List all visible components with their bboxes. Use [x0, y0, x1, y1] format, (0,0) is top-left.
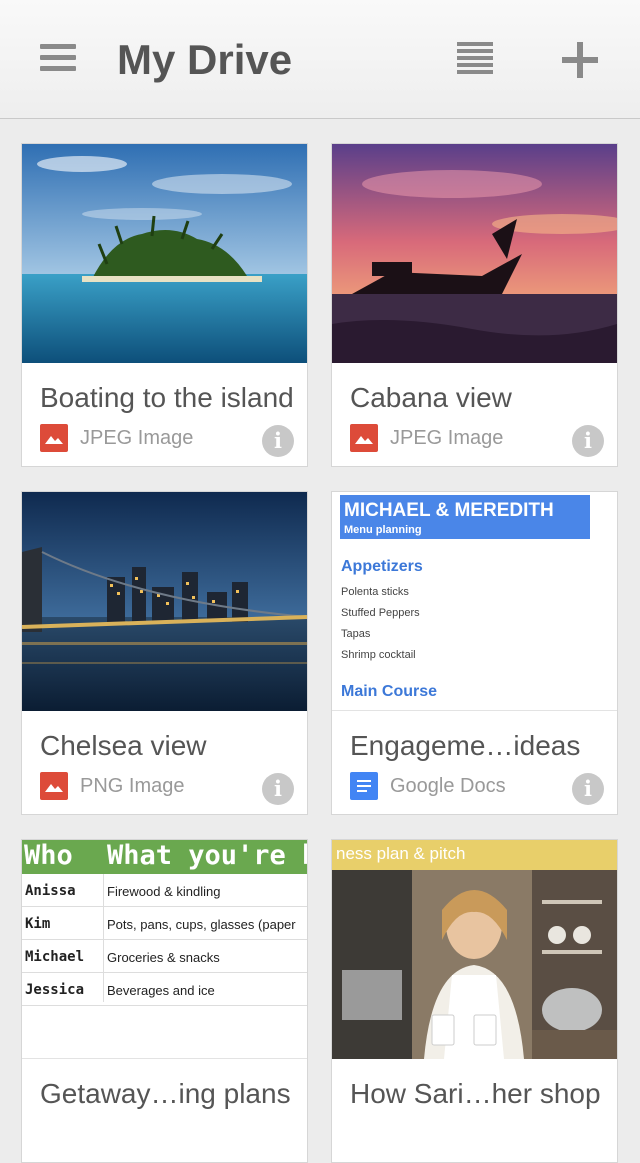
sheet-cell: Firewood & kindling: [107, 884, 221, 899]
doc-banner-title: MICHAEL & MEREDITH: [344, 500, 554, 521]
doc-banner-subtitle: Menu planning: [344, 524, 422, 536]
sheet-header-row: Who What you're b: [22, 840, 307, 874]
file-thumbnail: [22, 144, 307, 363]
sheet-row: Michael Groceries & snacks: [22, 940, 307, 973]
file-thumbnail: [22, 492, 307, 711]
file-type-label: JPEG Image: [390, 427, 504, 449]
info-icon[interactable]: i: [572, 773, 604, 805]
sheet-cell: Jessica: [25, 982, 85, 998]
file-title: Engageme…ideas: [350, 730, 581, 761]
info-icon[interactable]: i: [572, 425, 604, 457]
sheet-cell: Anissa: [25, 883, 76, 899]
file-card[interactable]: Cabana view JPEG Image i: [331, 143, 618, 467]
info-icon[interactable]: i: [262, 773, 294, 805]
sheet-cell: Michael: [25, 949, 85, 965]
file-type-label: Google Docs: [390, 775, 506, 797]
file-card[interactable]: MICHAEL & MEREDITH Menu planning Appetiz…: [331, 491, 618, 815]
file-title: Chelsea view: [40, 730, 207, 761]
file-card[interactable]: Chelsea view PNG Image i: [21, 491, 308, 815]
thumbnail-overlay-text: ness plan & pitch: [336, 844, 466, 863]
file-thumbnail: [332, 144, 617, 363]
app-header: My Drive: [0, 0, 640, 119]
sheet-row: Jessica Beverages and ice: [22, 973, 307, 1006]
sheet-header-cell: Who: [24, 840, 73, 871]
file-card[interactable]: Who What you're b Anissa Firewood & kind…: [21, 839, 308, 1163]
info-icon[interactable]: i: [262, 425, 294, 457]
image-icon: [40, 424, 68, 452]
doc-section-heading: Main Course: [341, 683, 438, 700]
document-preview: MICHAEL & MEREDITH Menu planning Appetiz…: [332, 492, 617, 711]
doc-banner: MICHAEL & MEREDITH Menu planning: [340, 495, 590, 539]
doc-list-item: Shrimp cocktail: [341, 649, 416, 661]
file-card[interactable]: Boating to the island JPEG Image i: [21, 143, 308, 467]
sheet-row: Anissa Firewood & kindling: [22, 874, 307, 907]
file-title: Boating to the island: [40, 382, 294, 413]
sheet-header-cell: What you're b: [107, 840, 308, 871]
sheet-cell: Beverages and ice: [107, 983, 215, 998]
add-icon[interactable]: [562, 42, 598, 78]
doc-list-item: Stuffed Peppers: [341, 607, 420, 619]
menu-icon[interactable]: [40, 44, 76, 72]
file-type-label: PNG Image: [80, 775, 185, 797]
spreadsheet-preview: Who What you're b Anissa Firewood & kind…: [22, 840, 307, 1059]
sheet-cell: Kim: [25, 916, 51, 932]
image-icon: [350, 424, 378, 452]
doc-list-item: Polenta sticks: [341, 586, 409, 598]
file-type-label: JPEG Image: [80, 427, 194, 449]
file-thumbnail: ness plan & pitch: [332, 840, 617, 1059]
sheet-row: Kim Pots, pans, cups, glasses (paper: [22, 907, 307, 940]
page-title: My Drive: [117, 36, 293, 83]
image-icon: [40, 772, 68, 800]
sheet-cell: Groceries & snacks: [107, 950, 220, 965]
doc-section-heading: Appetizers: [341, 558, 423, 575]
sheet-cell: Pots, pans, cups, glasses (paper: [107, 917, 296, 932]
file-title: Cabana view: [350, 382, 512, 413]
list-view-icon[interactable]: [457, 42, 493, 74]
docs-icon: [350, 772, 378, 800]
file-title: How Sari…her shop: [350, 1078, 601, 1109]
file-title: Getaway…ing plans: [40, 1078, 291, 1109]
file-card[interactable]: ness plan & pitch How Sari…her shop: [331, 839, 618, 1163]
doc-list-item: Tapas: [341, 628, 371, 640]
